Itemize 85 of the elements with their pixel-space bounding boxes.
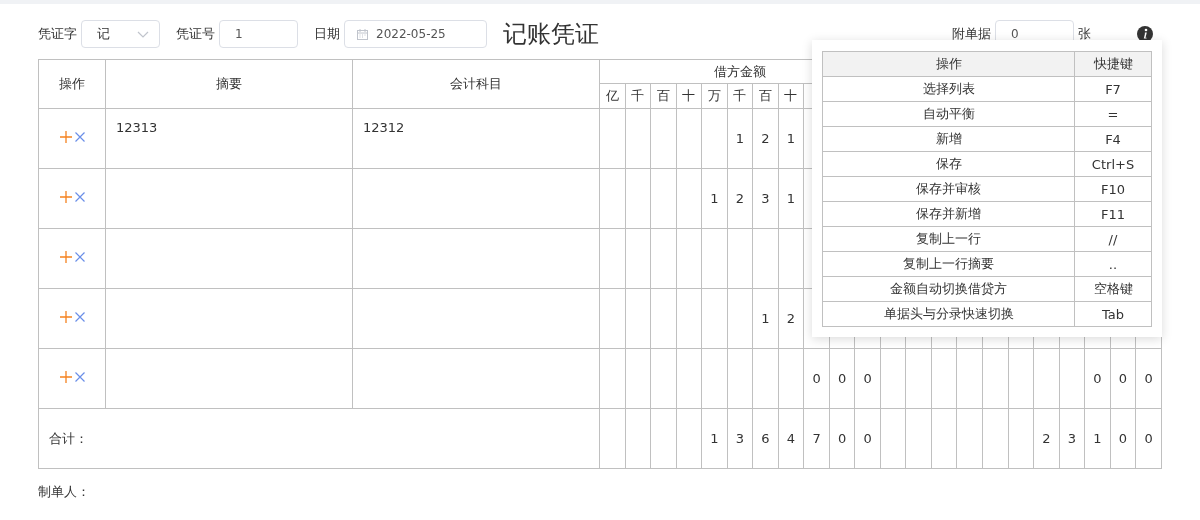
table-cell: 复制上一行 bbox=[822, 226, 1075, 252]
table-cell: 金额自动切换借贷方 bbox=[822, 276, 1075, 302]
chevron-down-icon bbox=[137, 30, 149, 38]
digit-cell: 2 bbox=[786, 311, 796, 326]
digit-cell: 0 bbox=[812, 371, 821, 386]
place-header: 百 bbox=[752, 83, 779, 109]
table-cell: 空格键 bbox=[1074, 276, 1152, 302]
digit-cell: 4 bbox=[786, 431, 796, 446]
place-header: 百 bbox=[650, 83, 677, 109]
digit-cell: 1 bbox=[710, 191, 719, 206]
date-field[interactable]: 2022-05-25 bbox=[344, 20, 487, 48]
digit-cell: 6 bbox=[761, 431, 770, 446]
digit-cell: 0 bbox=[837, 431, 847, 446]
table-cell: = bbox=[1074, 101, 1152, 127]
table-cell: // bbox=[1074, 226, 1152, 252]
table-cell: 保存 bbox=[822, 151, 1075, 177]
calendar-icon bbox=[357, 28, 368, 40]
close-icon[interactable] bbox=[74, 312, 85, 322]
plus-icon[interactable] bbox=[59, 251, 72, 263]
table-cell: Ctrl+S bbox=[1074, 151, 1152, 177]
column-header: 操作 bbox=[38, 59, 106, 109]
digit-cell: 0 bbox=[1118, 371, 1128, 386]
digit-cell: 2 bbox=[1042, 431, 1051, 446]
digit-cell: 0 bbox=[1144, 431, 1153, 446]
column-header: 快捷键 bbox=[1074, 51, 1152, 77]
place-header: 千 bbox=[625, 83, 651, 109]
date-label: 日期 bbox=[314, 25, 340, 43]
voucher-title: 记账凭证 bbox=[503, 19, 599, 50]
unit-label: 张 bbox=[1078, 25, 1091, 43]
plus-icon[interactable] bbox=[59, 191, 72, 203]
table-cell: F4 bbox=[1074, 126, 1152, 152]
place-header: 亿 bbox=[599, 83, 626, 109]
table-cell: 保存并审核 bbox=[822, 176, 1075, 202]
voucher-type-label: 凭证字 bbox=[38, 25, 77, 43]
digit-cell: 0 bbox=[837, 371, 847, 386]
column-header: 会计科目 bbox=[352, 59, 600, 109]
table-cell: 自动平衡 bbox=[822, 101, 1075, 127]
table-cell: F10 bbox=[1074, 176, 1152, 202]
column-header: 操作 bbox=[822, 51, 1075, 77]
digit-cell: 1 bbox=[1093, 431, 1102, 446]
plus-icon[interactable] bbox=[59, 131, 72, 143]
plus-icon[interactable] bbox=[59, 311, 72, 323]
column-header: 摘要 bbox=[105, 59, 353, 109]
digit-cell: 0 bbox=[1093, 371, 1102, 386]
close-icon[interactable] bbox=[74, 372, 85, 382]
plus-icon[interactable] bbox=[59, 371, 72, 383]
table-cell: 选择列表 bbox=[822, 76, 1075, 102]
digit-cell: 1 bbox=[735, 131, 745, 146]
close-icon[interactable] bbox=[74, 132, 85, 142]
table-cell: F7 bbox=[1074, 76, 1152, 102]
table-cell: 新增 bbox=[822, 126, 1075, 152]
table-cell: Tab bbox=[1074, 301, 1152, 327]
digit-cell: 3 bbox=[1067, 431, 1076, 446]
table-cell: 复制上一行摘要 bbox=[822, 251, 1075, 277]
table-cell: 保存并新增 bbox=[822, 201, 1075, 227]
close-icon[interactable] bbox=[74, 192, 85, 202]
table-cell: 12312 bbox=[363, 120, 405, 135]
digit-cell: 1 bbox=[761, 311, 770, 326]
total-label: 合计： bbox=[49, 430, 88, 446]
digit-cell: 1 bbox=[710, 431, 719, 446]
attachments-label: 附单据 bbox=[952, 25, 991, 43]
digit-cell: 0 bbox=[863, 431, 872, 446]
digit-cell: 3 bbox=[761, 191, 770, 206]
voucher-number-label: 凭证号 bbox=[176, 25, 215, 43]
voucher-number-field[interactable]: 1 bbox=[219, 20, 298, 48]
place-header: 十 bbox=[778, 83, 804, 109]
table-cell: 12313 bbox=[116, 120, 158, 135]
close-icon[interactable] bbox=[74, 252, 85, 262]
digit-cell: 2 bbox=[735, 191, 745, 206]
digit-cell: 1 bbox=[786, 191, 796, 206]
maker-label: 制单人： bbox=[38, 483, 91, 501]
table-cell: F11 bbox=[1074, 201, 1152, 227]
place-header: 十 bbox=[676, 83, 702, 109]
digit-cell: 7 bbox=[812, 431, 821, 446]
digit-cell: 0 bbox=[1118, 431, 1128, 446]
digit-cell: 0 bbox=[863, 371, 872, 386]
table-cell: .. bbox=[1074, 251, 1152, 277]
digit-cell: 3 bbox=[735, 431, 745, 446]
place-header: 万 bbox=[701, 83, 728, 109]
digit-cell: 2 bbox=[761, 131, 770, 146]
table-cell: 单据头与分录快速切换 bbox=[822, 301, 1075, 327]
digit-cell: 0 bbox=[1144, 371, 1153, 386]
digit-cell: 1 bbox=[786, 131, 796, 146]
place-header: 千 bbox=[727, 83, 753, 109]
voucher-type-select[interactable]: 记 bbox=[81, 20, 160, 48]
